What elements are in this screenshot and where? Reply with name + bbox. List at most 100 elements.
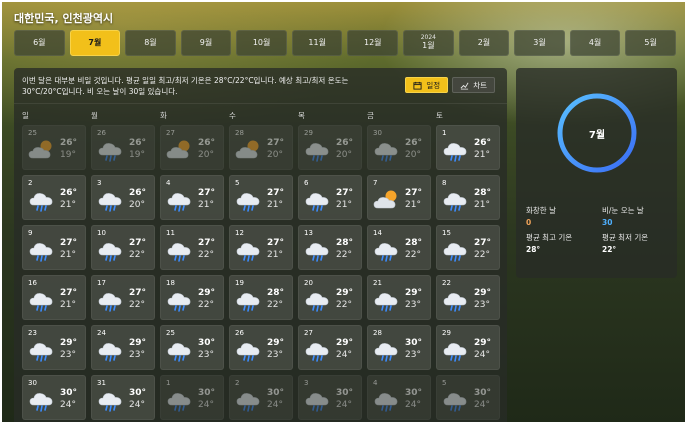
low-temp: 24°	[129, 400, 145, 410]
day-cell[interactable]: 30 30° 24°	[22, 375, 86, 420]
day-cell[interactable]: 4 27° 21°	[160, 175, 224, 220]
day-cell[interactable]: 2 30° 24°	[229, 375, 293, 420]
day-cell[interactable]: 23 29° 23°	[22, 325, 86, 370]
month-tab[interactable]: 8월	[125, 30, 176, 56]
avg-low-value: 22°	[602, 245, 617, 254]
day-cell[interactable]: 13 28° 22°	[298, 225, 362, 270]
low-temp: 23°	[405, 350, 421, 360]
low-temp: 21°	[60, 250, 76, 260]
day-cell[interactable]: 9 27° 21°	[22, 225, 86, 270]
day-cell[interactable]: 10 27° 22°	[91, 225, 155, 270]
high-temp: 27°	[60, 288, 78, 298]
day-cell[interactable]: 18 29° 22°	[160, 275, 224, 320]
month-tab[interactable]: 4월	[569, 30, 621, 56]
high-temp: 30°	[198, 388, 216, 398]
low-temp: 19°	[129, 150, 145, 160]
high-temp: 30°	[405, 388, 423, 398]
rain-cloud-icon	[234, 186, 264, 212]
divider	[14, 103, 507, 104]
day-cell[interactable]: 22 29° 23°	[436, 275, 500, 320]
day-cell[interactable]: 5 27° 21°	[229, 175, 293, 220]
rain-cloud-icon	[303, 286, 333, 312]
day-cell[interactable]: 3 30° 24°	[298, 375, 362, 420]
rain-cloud-icon	[27, 286, 57, 312]
high-temp: 30°	[474, 388, 492, 398]
low-temp: 21°	[60, 200, 76, 210]
high-temp: 26°	[474, 138, 492, 148]
low-temp: 21°	[267, 200, 283, 210]
high-temp: 26°	[405, 138, 423, 148]
day-cell[interactable]: 12 27° 21°	[229, 225, 293, 270]
day-cell[interactable]: 20 29° 22°	[298, 275, 362, 320]
day-cell[interactable]: 29 26° 20°	[298, 125, 362, 170]
day-cell[interactable]: 28 30° 23°	[367, 325, 431, 370]
high-temp: 27°	[60, 238, 78, 248]
low-temp: 21°	[474, 200, 490, 210]
day-cell[interactable]: 4 30° 24°	[367, 375, 431, 420]
calendar-view-button[interactable]: 일정	[405, 77, 449, 93]
day-cell[interactable]: 26 26° 19°	[91, 125, 155, 170]
month-tab[interactable]: 7월	[69, 30, 121, 56]
day-cell[interactable]: 1 30° 24°	[160, 375, 224, 420]
day-cell[interactable]: 27 29° 24°	[298, 325, 362, 370]
month-tab[interactable]: 6월	[14, 30, 65, 56]
day-cell[interactable]: 21 29° 23°	[367, 275, 431, 320]
month-tab[interactable]: 10월	[236, 30, 287, 56]
day-cell[interactable]: 26 29° 23°	[229, 325, 293, 370]
day-cell[interactable]: 11 27° 22°	[160, 225, 224, 270]
low-temp: 24°	[405, 400, 421, 410]
month-tab[interactable]: 12월	[347, 30, 399, 56]
day-cell[interactable]: 25 26° 19°	[22, 125, 86, 170]
rain-cloud-icon	[27, 186, 57, 212]
high-temp: 29°	[474, 288, 492, 298]
partly-cloudy-icon	[372, 186, 402, 212]
rain-cloud-icon	[441, 286, 471, 312]
day-cell[interactable]: 15 27° 22°	[436, 225, 500, 270]
month-tab[interactable]: 11월	[291, 30, 343, 56]
high-temp: 29°	[267, 338, 285, 348]
day-cell[interactable]: 29 29° 24°	[436, 325, 500, 370]
month-tab[interactable]: 2024 1월	[403, 30, 454, 56]
high-temp: 26°	[129, 188, 147, 198]
day-cell[interactable]: 7 27° 21°	[367, 175, 431, 220]
day-cell[interactable]: 14 28° 22°	[367, 225, 431, 270]
low-temp: 24°	[336, 350, 352, 360]
rain-cloud-icon	[165, 386, 195, 412]
day-cell[interactable]: 17 27° 22°	[91, 275, 155, 320]
high-temp: 29°	[60, 338, 78, 348]
day-cell[interactable]: 19 28° 22°	[229, 275, 293, 320]
day-cell[interactable]: 3 26° 20°	[91, 175, 155, 220]
low-temp: 22°	[336, 300, 352, 310]
day-cell[interactable]: 25 30° 23°	[160, 325, 224, 370]
month-tab[interactable]: 3월	[514, 30, 565, 56]
day-cell[interactable]: 31 30° 24°	[91, 375, 155, 420]
day-cell[interactable]: 8 28° 21°	[436, 175, 500, 220]
low-temp: 20°	[198, 150, 214, 160]
day-cell[interactable]: 16 27° 21°	[22, 275, 86, 320]
high-temp: 30°	[336, 388, 354, 398]
avg-low-stat: 평균 최저 기온 22°	[602, 232, 648, 254]
day-cell[interactable]: 28 27° 20°	[229, 125, 293, 170]
high-temp: 30°	[198, 338, 216, 348]
day-cell[interactable]: 1 26° 21°	[436, 125, 500, 170]
weekday-label: 수	[229, 111, 236, 120]
partly-cloudy-icon	[27, 136, 57, 162]
month-tab[interactable]: 5월	[625, 30, 676, 56]
weekday-label: 금	[367, 111, 374, 120]
chart-view-button[interactable]: 차트	[452, 77, 495, 93]
month-tab[interactable]: 9월	[180, 30, 232, 56]
day-cell[interactable]: 30 26° 20°	[367, 125, 431, 170]
calendar-icon	[413, 81, 422, 90]
rain-cloud-icon	[165, 186, 195, 212]
low-temp: 21°	[336, 200, 352, 210]
avg-low-label: 평균 최저 기온	[602, 233, 649, 242]
day-cell[interactable]: 6 27° 21°	[298, 175, 362, 220]
day-cell[interactable]: 27 26° 20°	[160, 125, 224, 170]
day-cell[interactable]: 2 26° 21°	[22, 175, 86, 220]
rain-cloud-icon	[372, 236, 402, 262]
day-cell[interactable]: 24 29° 23°	[91, 325, 155, 370]
low-temp: 20°	[405, 150, 421, 160]
month-tab-label: 7월	[88, 38, 102, 47]
month-tab[interactable]: 2월	[458, 30, 510, 56]
day-cell[interactable]: 5 30° 24°	[436, 375, 500, 420]
